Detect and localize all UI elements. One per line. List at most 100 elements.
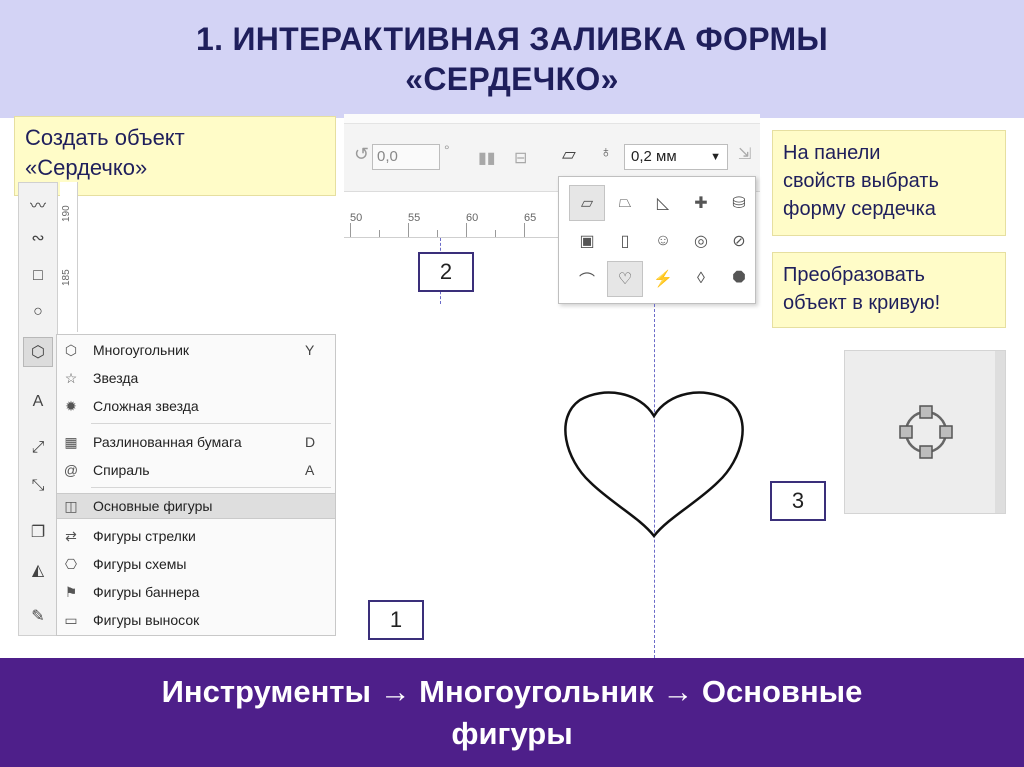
- vertical-ruler: 190 185: [60, 182, 78, 332]
- trapezoid-shape-icon[interactable]: ⏢: [607, 185, 643, 221]
- note-text: форму сердечка: [783, 198, 936, 220]
- menu-item-flowchart-shapes[interactable]: ⎔ Фигуры схемы: [57, 551, 335, 577]
- panel-scrollbar[interactable]: [995, 351, 1005, 513]
- ruler-label: 185: [61, 269, 72, 286]
- rectangle-tool-icon[interactable]: □: [23, 261, 53, 291]
- ruler-tick: [408, 223, 409, 237]
- polygon-tool-icon[interactable]: ⬡: [23, 337, 53, 367]
- eyedropper-tool-icon[interactable]: ✎: [23, 601, 53, 631]
- artistic-media-tool-icon[interactable]: ∾: [23, 223, 53, 253]
- no-symbol-shape-icon[interactable]: ⊘: [721, 223, 757, 259]
- mirror-vertical-icon[interactable]: ⊟: [514, 148, 527, 168]
- parallelogram-shape-icon[interactable]: ▱: [569, 185, 605, 221]
- menu-item-label: Фигуры выносок: [93, 612, 200, 628]
- title-line-2: «СЕРДЕЧКО»: [405, 61, 619, 97]
- menu-item-graph-paper[interactable]: ▦ Разлинованная бумага D: [57, 429, 335, 455]
- plaque-shape-icon[interactable]: ⯃: [721, 261, 757, 297]
- menu-item-shortcut: A: [305, 462, 315, 478]
- menu-item-spiral[interactable]: @ Спираль A: [57, 457, 335, 483]
- ellipse-tool-icon[interactable]: ○: [23, 297, 53, 327]
- menu-item-banner-shapes[interactable]: ⚑ Фигуры баннера: [57, 579, 335, 605]
- menu-item-label: Фигуры схемы: [93, 556, 187, 572]
- triangle-shape-icon[interactable]: ◺: [645, 185, 681, 221]
- note-text: Преобразовать: [783, 264, 925, 286]
- ruler-label: 60: [466, 212, 479, 224]
- horizontal-ruler: 50 55 60 65: [344, 208, 558, 238]
- outline-width-select[interactable]: 0,2 мм ▼: [624, 144, 728, 170]
- folded-corner-shape-icon[interactable]: ▯: [607, 223, 643, 259]
- basic-shapes-palette: ▱ ⏢ ◺ ✚ ⛁ ▣ ▯ ☺ ◎ ⊘ ⌒ ♡ ⚡ ◊ ⯃: [558, 176, 756, 304]
- convert-to-curves-icon[interactable]: [895, 401, 957, 463]
- note-text: свойств выбрать: [783, 170, 939, 192]
- frame-shape-icon[interactable]: ▣: [569, 223, 605, 259]
- instruction-banner: Инструменты → Многоугольник → Основные ф…: [0, 658, 1024, 767]
- rotate-icon: ↺: [354, 144, 370, 164]
- basic-shapes-icon: ◫: [64, 497, 78, 514]
- note-text: На панели: [783, 142, 881, 164]
- menu-item-star[interactable]: ☆ Звезда: [57, 365, 335, 391]
- complex-star-icon: ✹: [65, 397, 77, 414]
- note-text: объект в кривую!: [783, 292, 941, 314]
- menu-item-label: Сложная звезда: [93, 398, 199, 414]
- ruler-label: 50: [350, 212, 363, 224]
- arch-shape-icon[interactable]: ⌒: [569, 261, 605, 297]
- ruler-tick: [437, 230, 438, 237]
- menu-item-arrow-shapes[interactable]: ⇄ Фигуры стрелки: [57, 523, 335, 549]
- menu-item-shortcut: Y: [305, 342, 315, 358]
- text-tool-icon[interactable]: A: [23, 387, 53, 417]
- heart-shape[interactable]: [560, 386, 750, 540]
- step-3-callout: 3: [770, 481, 826, 521]
- menu-strip: [344, 114, 760, 124]
- lightning-shape-icon[interactable]: ⚡: [645, 261, 681, 297]
- menu-separator: [91, 487, 331, 488]
- chevron-down-icon[interactable]: ▼: [710, 151, 721, 163]
- donut-shape-icon[interactable]: ◎: [683, 223, 719, 259]
- instruction-line-2: фигуры: [451, 715, 573, 751]
- menu-item-polygon[interactable]: ⬡ Многоугольник Y: [57, 337, 335, 363]
- connector-tool-icon[interactable]: ⤡: [23, 471, 53, 501]
- drop-shape-icon[interactable]: ◊: [683, 261, 719, 297]
- dimension-tool-icon[interactable]: ⤢: [23, 433, 53, 463]
- menu-item-shortcut: D: [305, 434, 316, 450]
- note-text: Создать объект: [25, 125, 185, 150]
- basic-shapes-button[interactable]: ▱: [562, 144, 576, 165]
- cylinder-shape-icon[interactable]: ⛁: [721, 185, 757, 221]
- freehand-tool-icon[interactable]: 〰: [23, 189, 53, 219]
- menu-item-basic-shapes[interactable]: ◫ Основные фигуры: [57, 493, 335, 519]
- heart-shape-icon[interactable]: ♡: [607, 261, 643, 297]
- outline-pen-icon: ♁: [600, 144, 612, 161]
- outline-width-value: 0,2 мм: [631, 148, 677, 165]
- cross-shape-icon[interactable]: ✚: [683, 185, 719, 221]
- star-icon: ☆: [64, 369, 78, 386]
- convert-to-curves-panel: [844, 350, 1006, 514]
- graph-paper-icon: ▦: [64, 433, 78, 450]
- menu-item-label: Разлинованная бумага: [93, 434, 242, 450]
- drop-shadow-tool-icon[interactable]: ❐: [23, 517, 53, 547]
- transparency-tool-icon[interactable]: ◭: [23, 555, 53, 585]
- rotation-input[interactable]: 0,0: [372, 144, 440, 170]
- degree-symbol: °: [444, 142, 450, 158]
- polygon-icon: ⬡: [64, 341, 78, 358]
- more-options-icon[interactable]: ⇲: [738, 144, 751, 164]
- smiley-shape-icon[interactable]: ☺: [645, 223, 681, 259]
- menu-item-label: Фигуры стрелки: [93, 528, 196, 544]
- callout-shapes-icon: ▭: [64, 611, 78, 628]
- title-line-1: 1. ИНТЕРАКТИВНАЯ ЗАЛИВКА ФОРМЫ: [195, 21, 829, 57]
- step-1-callout: 1: [368, 600, 424, 640]
- instruction-line-1: Инструменты → Многоугольник → Основные: [161, 673, 863, 709]
- flowchart-shapes-icon: ⎔: [64, 555, 78, 572]
- menu-item-complex-star[interactable]: ✹ Сложная звезда: [57, 393, 335, 419]
- menu-item-callout-shapes[interactable]: ▭ Фигуры выносок: [57, 607, 335, 633]
- banner-shapes-icon: ⚑: [64, 583, 78, 600]
- note-property-bar: На панели свойств выбрать форму сердечка: [772, 130, 1006, 236]
- ruler-tick: [466, 223, 467, 237]
- mirror-horizontal-icon[interactable]: ▮▮: [478, 148, 496, 168]
- menu-item-label: Звезда: [93, 370, 139, 386]
- note-convert-to-curves: Преобразовать объект в кривую!: [772, 252, 1006, 328]
- toolbox: 〰 ∾ □ ○ ⬡ A ⤢ ⤡ ❐ ◭ ✎: [18, 182, 58, 636]
- polygon-flyout-menu: ⬡ Многоугольник Y ☆ Звезда ✹ Сложная зве…: [56, 334, 336, 636]
- ruler-label: 190: [61, 205, 72, 222]
- note-text: «Сердечко»: [25, 155, 148, 180]
- menu-item-label: Основные фигуры: [93, 498, 213, 514]
- arrow-shapes-icon: ⇄: [65, 527, 77, 544]
